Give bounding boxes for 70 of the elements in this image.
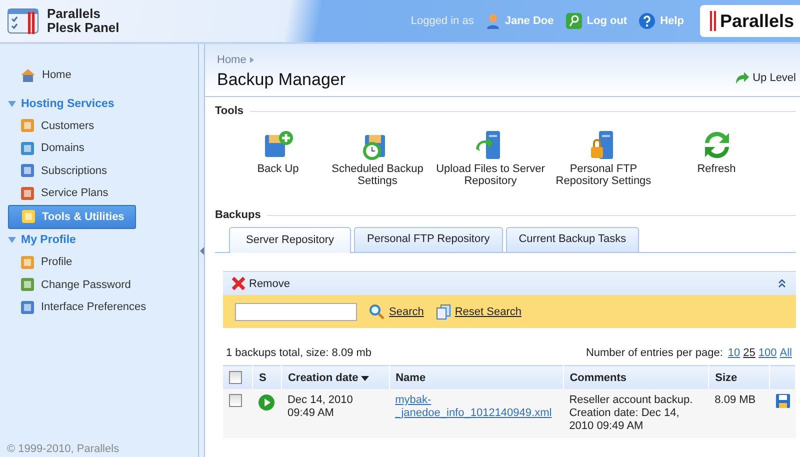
backup-summary: 1 backups total, size: 8.09 mb (226, 347, 372, 359)
section-header[interactable]: Hosting Services (0, 92, 198, 114)
section-title: Tools (215, 105, 244, 117)
search-field[interactable] (235, 302, 357, 320)
nav-item-icon (20, 163, 35, 178)
sidebar-item[interactable]: Domains (0, 137, 198, 160)
tab[interactable]: Current Backup Tasks (506, 227, 640, 252)
play-status-icon (258, 394, 276, 411)
sidebar-item[interactable]: Change Password (0, 274, 198, 296)
column-header[interactable]: Creation date (281, 366, 390, 389)
remove-button[interactable]: Remove (231, 276, 290, 291)
nav-item-icon (21, 209, 36, 224)
app-name: Parallels Plesk Panel (47, 7, 120, 35)
page-size-link[interactable]: 25 (743, 347, 756, 359)
collapse-triangle-icon (8, 237, 16, 243)
user-icon (486, 13, 500, 29)
page-size-link[interactable]: All (780, 347, 792, 359)
column-header[interactable]: Name (389, 366, 564, 389)
tool-button[interactable]: Refresh (660, 129, 773, 175)
sidebar-item[interactable]: Subscriptions (0, 160, 198, 182)
nav-item-icon (20, 254, 35, 270)
page-size-link[interactable]: 10 (728, 347, 740, 359)
nav-item-icon (20, 277, 35, 292)
documents-icon (436, 304, 451, 320)
search-link[interactable]: Search (369, 304, 424, 320)
sort-down-icon (361, 376, 370, 380)
column-header[interactable]: Size (708, 366, 770, 389)
table-cell: Reseller account backup. Creation date: Dec 14, 2010 09:49 AM (563, 389, 709, 438)
column-header[interactable]: Comments (563, 366, 709, 389)
copyright-text: © 1999-2010, Parallels (6, 443, 120, 457)
select-all-checkbox[interactable] (229, 371, 242, 384)
column-header[interactable]: S (252, 366, 282, 389)
collapse-arrow-icon (200, 246, 204, 254)
tool-button[interactable]: Personal FTP Repository Settings (547, 129, 660, 187)
logged-in-label: Logged in as (410, 15, 474, 27)
table-cell: Dec 14, 2010 09:49 AM (281, 389, 390, 438)
sidebar-item[interactable]: Service Plans (0, 182, 198, 204)
row-checkbox[interactable] (229, 394, 242, 407)
cross-icon (231, 276, 246, 291)
splitter-handle[interactable] (198, 44, 205, 457)
curved-arrow-icon (734, 71, 750, 85)
home-link[interactable]: Home (0, 64, 198, 86)
section-title: Backups (215, 209, 261, 221)
breadcrumb-arrow-icon (250, 57, 254, 63)
tool-button[interactable]: Scheduled Backup Settings (321, 129, 434, 187)
sidebar-item[interactable]: Customers (0, 114, 198, 137)
collapse-triangle-icon (8, 100, 16, 106)
table-cell: 8.09 MB (708, 389, 770, 438)
sidebar-item[interactable]: Profile (0, 251, 198, 274)
reset-search-link[interactable]: Reset Search (436, 304, 522, 320)
house-icon (20, 68, 36, 83)
nav-item-icon (20, 300, 35, 315)
nav-item-icon (20, 118, 35, 134)
tab[interactable]: Server Repository (229, 227, 352, 253)
help-icon (639, 13, 656, 29)
double-chevron-up-icon[interactable] (778, 279, 786, 288)
tool-button[interactable]: Upload Files to Server Repository (434, 129, 547, 187)
sidebar-item[interactable]: Interface Preferences (0, 296, 198, 318)
nav-item-icon (20, 140, 35, 156)
entries-per-page-label: Number of entries per page: (586, 347, 723, 359)
nav-item-icon (20, 186, 35, 201)
up-level-link[interactable]: Up Level (734, 71, 796, 85)
tool-button[interactable]: Back Up (235, 129, 321, 175)
checklist-logo-icon (7, 7, 39, 35)
brand-logo: Parallels (700, 5, 800, 37)
page-size-link[interactable]: 100 (758, 347, 777, 359)
magnifier-icon (369, 304, 385, 320)
tab[interactable]: Personal FTP Repository (354, 227, 503, 252)
page-title: Backup Manager (217, 70, 346, 90)
section-header[interactable]: My Profile (0, 229, 198, 251)
